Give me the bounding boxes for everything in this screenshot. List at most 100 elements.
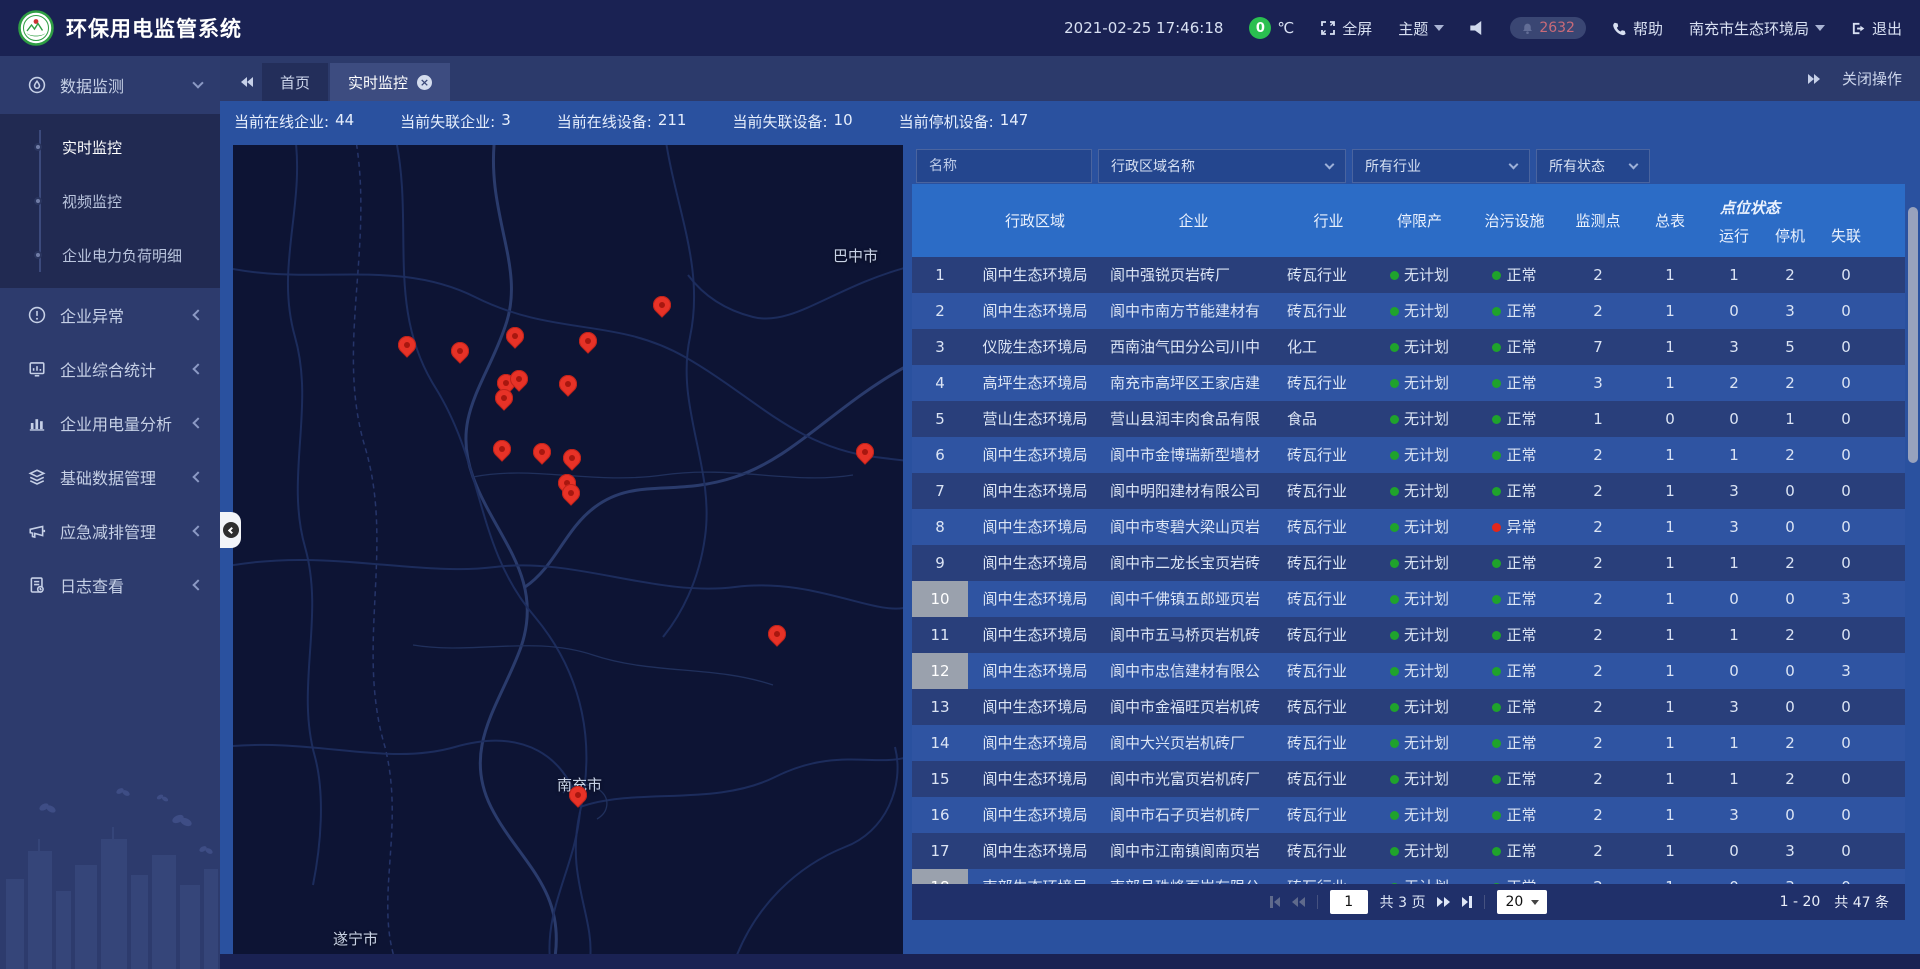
sidebar-item-enterprise-abnormal[interactable]: 企业异常 (0, 288, 220, 342)
region-filter-value: 行政区域名称 (1111, 156, 1195, 176)
next-page-button[interactable] (1437, 897, 1450, 907)
sidebar-item-log-view[interactable]: 日志查看 (0, 558, 220, 612)
sidebar-item-power-load-detail[interactable]: 企业电力负荷明细 (0, 228, 220, 282)
table-row[interactable]: 11阆中生态环境局阆中市五马桥页岩机砖砖瓦行业无计划正常21120 (912, 617, 1905, 653)
sidebar-item-emergency-reduction[interactable]: 应急减排管理 (0, 504, 220, 558)
table-row[interactable]: 8阆中生态环境局阆中市枣碧大梁山页岩砖瓦行业无计划异常21300 (912, 509, 1905, 545)
status-filter-select[interactable]: 所有状态 (1536, 149, 1650, 183)
name-filter[interactable] (916, 149, 1092, 183)
total-pages-label: 共 3 页 (1380, 892, 1426, 912)
status-dot-icon (1492, 343, 1501, 352)
table-row[interactable]: 10阆中生态环境局阆中千佛镇五郎垭页岩砖瓦行业无计划正常21003 (912, 581, 1905, 617)
main-content: 当前在线企业:44当前失联企业:3当前在线设备:211当前失联设备:10当前停机… (220, 101, 1920, 969)
sidebar-item-label: 日志查看 (60, 573, 124, 597)
table-row[interactable]: 4高坪生态环境局南充市高坪区王家店建砖瓦行业无计划正常31220 (912, 365, 1905, 401)
cell-row-number: 5 (912, 401, 968, 437)
cell-industry: 砖瓦行业 (1285, 581, 1372, 617)
cell-monitor-count: 2 (1562, 581, 1634, 617)
page-size-select[interactable]: 20 (1497, 890, 1547, 914)
cell-halt-count: 2 (1762, 761, 1818, 797)
table-row[interactable]: 14阆中生态环境局阆中大兴页岩机砖厂砖瓦行业无计划正常21120 (912, 725, 1905, 761)
table-row[interactable]: 6阆中生态环境局阆中市金博瑞新型墙材砖瓦行业无计划正常21120 (912, 437, 1905, 473)
cell-enterprise: 阆中市枣碧大梁山页岩 (1102, 509, 1285, 545)
cell-stop-status: 无计划 (1372, 581, 1467, 617)
sidebar-item-base-data[interactable]: 基础数据管理 (0, 450, 220, 504)
region-filter-select[interactable]: 行政区域名称 (1098, 149, 1346, 183)
industry-filter-select[interactable]: 所有行业 (1352, 149, 1530, 183)
theme-dropdown[interactable]: 主题 (1398, 18, 1444, 39)
prev-page-button[interactable] (1292, 897, 1305, 907)
map-panel[interactable]: 巴中市南充市遂宁市 (233, 145, 903, 954)
last-page-button[interactable] (1462, 896, 1472, 908)
cell-row-number: 8 (912, 509, 968, 545)
table-row[interactable]: 7阆中生态环境局阆中明阳建材有限公司砖瓦行业无计划正常21300 (912, 473, 1905, 509)
cell-industry: 砖瓦行业 (1285, 473, 1372, 509)
bell-icon (1521, 22, 1534, 35)
cell-lost-count: 0 (1818, 293, 1874, 329)
cell-halt-count: 0 (1762, 689, 1818, 725)
close-operations-button[interactable]: 关闭操作 (1842, 68, 1902, 89)
first-page-button[interactable] (1270, 896, 1280, 908)
tabs-scroll-left-button[interactable] (232, 63, 262, 101)
cell-monitor-count: 2 (1562, 725, 1634, 761)
cell-total-count: 1 (1634, 617, 1706, 653)
tab-realtime-monitoring[interactable]: 实时监控 × (330, 63, 450, 101)
cell-industry: 砖瓦行业 (1285, 293, 1372, 329)
tabs-scroll-right-button[interactable] (1808, 74, 1820, 84)
table-row[interactable]: 16阆中生态环境局阆中市石子页岩机砖厂砖瓦行业无计划正常21300 (912, 797, 1905, 833)
megaphone-icon (28, 522, 46, 540)
sidebar-item-label: 企业综合统计 (60, 357, 156, 381)
table-row[interactable]: 13阆中生态环境局阆中市金福旺页岩机砖砖瓦行业无计划正常21300 (912, 689, 1905, 725)
cell-region: 阆中生态环境局 (968, 689, 1102, 725)
table-row[interactable]: 5营山生态环境局营山县润丰肉食品有限食品无计划正常10010 (912, 401, 1905, 437)
table-row[interactable]: 2阆中生态环境局阆中市南方节能建材有砖瓦行业无计划正常21030 (912, 293, 1905, 329)
mute-button[interactable] (1470, 21, 1484, 35)
sidebar-item-power-analysis[interactable]: 企业用电量分析 (0, 396, 220, 450)
fullscreen-button[interactable]: 全屏 (1320, 18, 1372, 39)
cell-facility-status: 正常 (1467, 581, 1562, 617)
table-row[interactable]: 3仪陇生态环境局西南油气田分公司川中化工无计划正常71350 (912, 329, 1905, 365)
tab-home[interactable]: 首页 (262, 63, 328, 101)
table-row[interactable]: 12阆中生态环境局阆中市忠信建材有限公砖瓦行业无计划正常21003 (912, 653, 1905, 689)
table-row[interactable]: 18南部生态环境局南部县珠峰页岩有限公砖瓦行业无计划正常21030 (912, 869, 1905, 884)
cell-facility-status: 正常 (1467, 725, 1562, 761)
cell-lost-count: 0 (1818, 833, 1874, 869)
page-number-input[interactable] (1330, 890, 1368, 914)
cell-stop-status: 无计划 (1372, 437, 1467, 473)
table-row[interactable]: 9阆中生态环境局阆中市二龙长宝页岩砖砖瓦行业无计划正常21120 (912, 545, 1905, 581)
cell-enterprise: 阆中市忠信建材有限公 (1102, 653, 1285, 689)
help-button[interactable]: 帮助 (1612, 18, 1663, 39)
cell-row-number: 6 (912, 437, 968, 473)
status-dot-icon (1390, 667, 1399, 676)
notification-badge[interactable]: 2632 (1510, 17, 1586, 39)
bar-chart-icon (28, 414, 46, 432)
cell-monitor-count: 1 (1562, 401, 1634, 437)
cell-row-number: 12 (912, 653, 968, 689)
city-skyline-decoration (0, 779, 220, 969)
sidebar-collapse-toggle[interactable] (220, 512, 241, 548)
sidebar-item-data-monitoring[interactable]: 数据监测 (0, 56, 220, 114)
cell-row-number: 4 (912, 365, 968, 401)
vertical-scrollbar-thumb[interactable] (1908, 207, 1918, 463)
page-size-value: 20 (1505, 894, 1523, 910)
cell-stop-status: 无计划 (1372, 293, 1467, 329)
cell-region: 高坪生态环境局 (968, 365, 1102, 401)
tab-close-icon[interactable]: × (417, 75, 432, 90)
sidebar-item-enterprise-statistics[interactable]: 企业综合统计 (0, 342, 220, 396)
cell-facility-status: 正常 (1467, 257, 1562, 293)
org-dropdown[interactable]: 南充市生态环境局 (1689, 18, 1825, 39)
cell-lost-count: 0 (1818, 725, 1874, 761)
table-row[interactable]: 1阆中生态环境局阆中强锐页岩砖厂砖瓦行业无计划正常21120 (912, 257, 1905, 293)
cell-run-count: 1 (1706, 257, 1762, 293)
column-header-region: 行政区域 (968, 210, 1102, 231)
table-row[interactable]: 17阆中生态环境局阆中市江南镇阆南页岩砖瓦行业无计划正常21030 (912, 833, 1905, 869)
sidebar-item-realtime-monitoring[interactable]: 实时监控 (0, 120, 220, 174)
logout-button[interactable]: 退出 (1851, 18, 1902, 39)
name-filter-input[interactable] (929, 158, 1079, 174)
fullscreen-icon (1320, 20, 1336, 36)
cell-run-count: 1 (1706, 437, 1762, 473)
sidebar-item-video-monitoring[interactable]: 视频监控 (0, 174, 220, 228)
cell-stop-status: 无计划 (1372, 509, 1467, 545)
table-row[interactable]: 15阆中生态环境局阆中市光富页岩机砖厂砖瓦行业无计划正常21120 (912, 761, 1905, 797)
cell-halt-count: 0 (1762, 509, 1818, 545)
